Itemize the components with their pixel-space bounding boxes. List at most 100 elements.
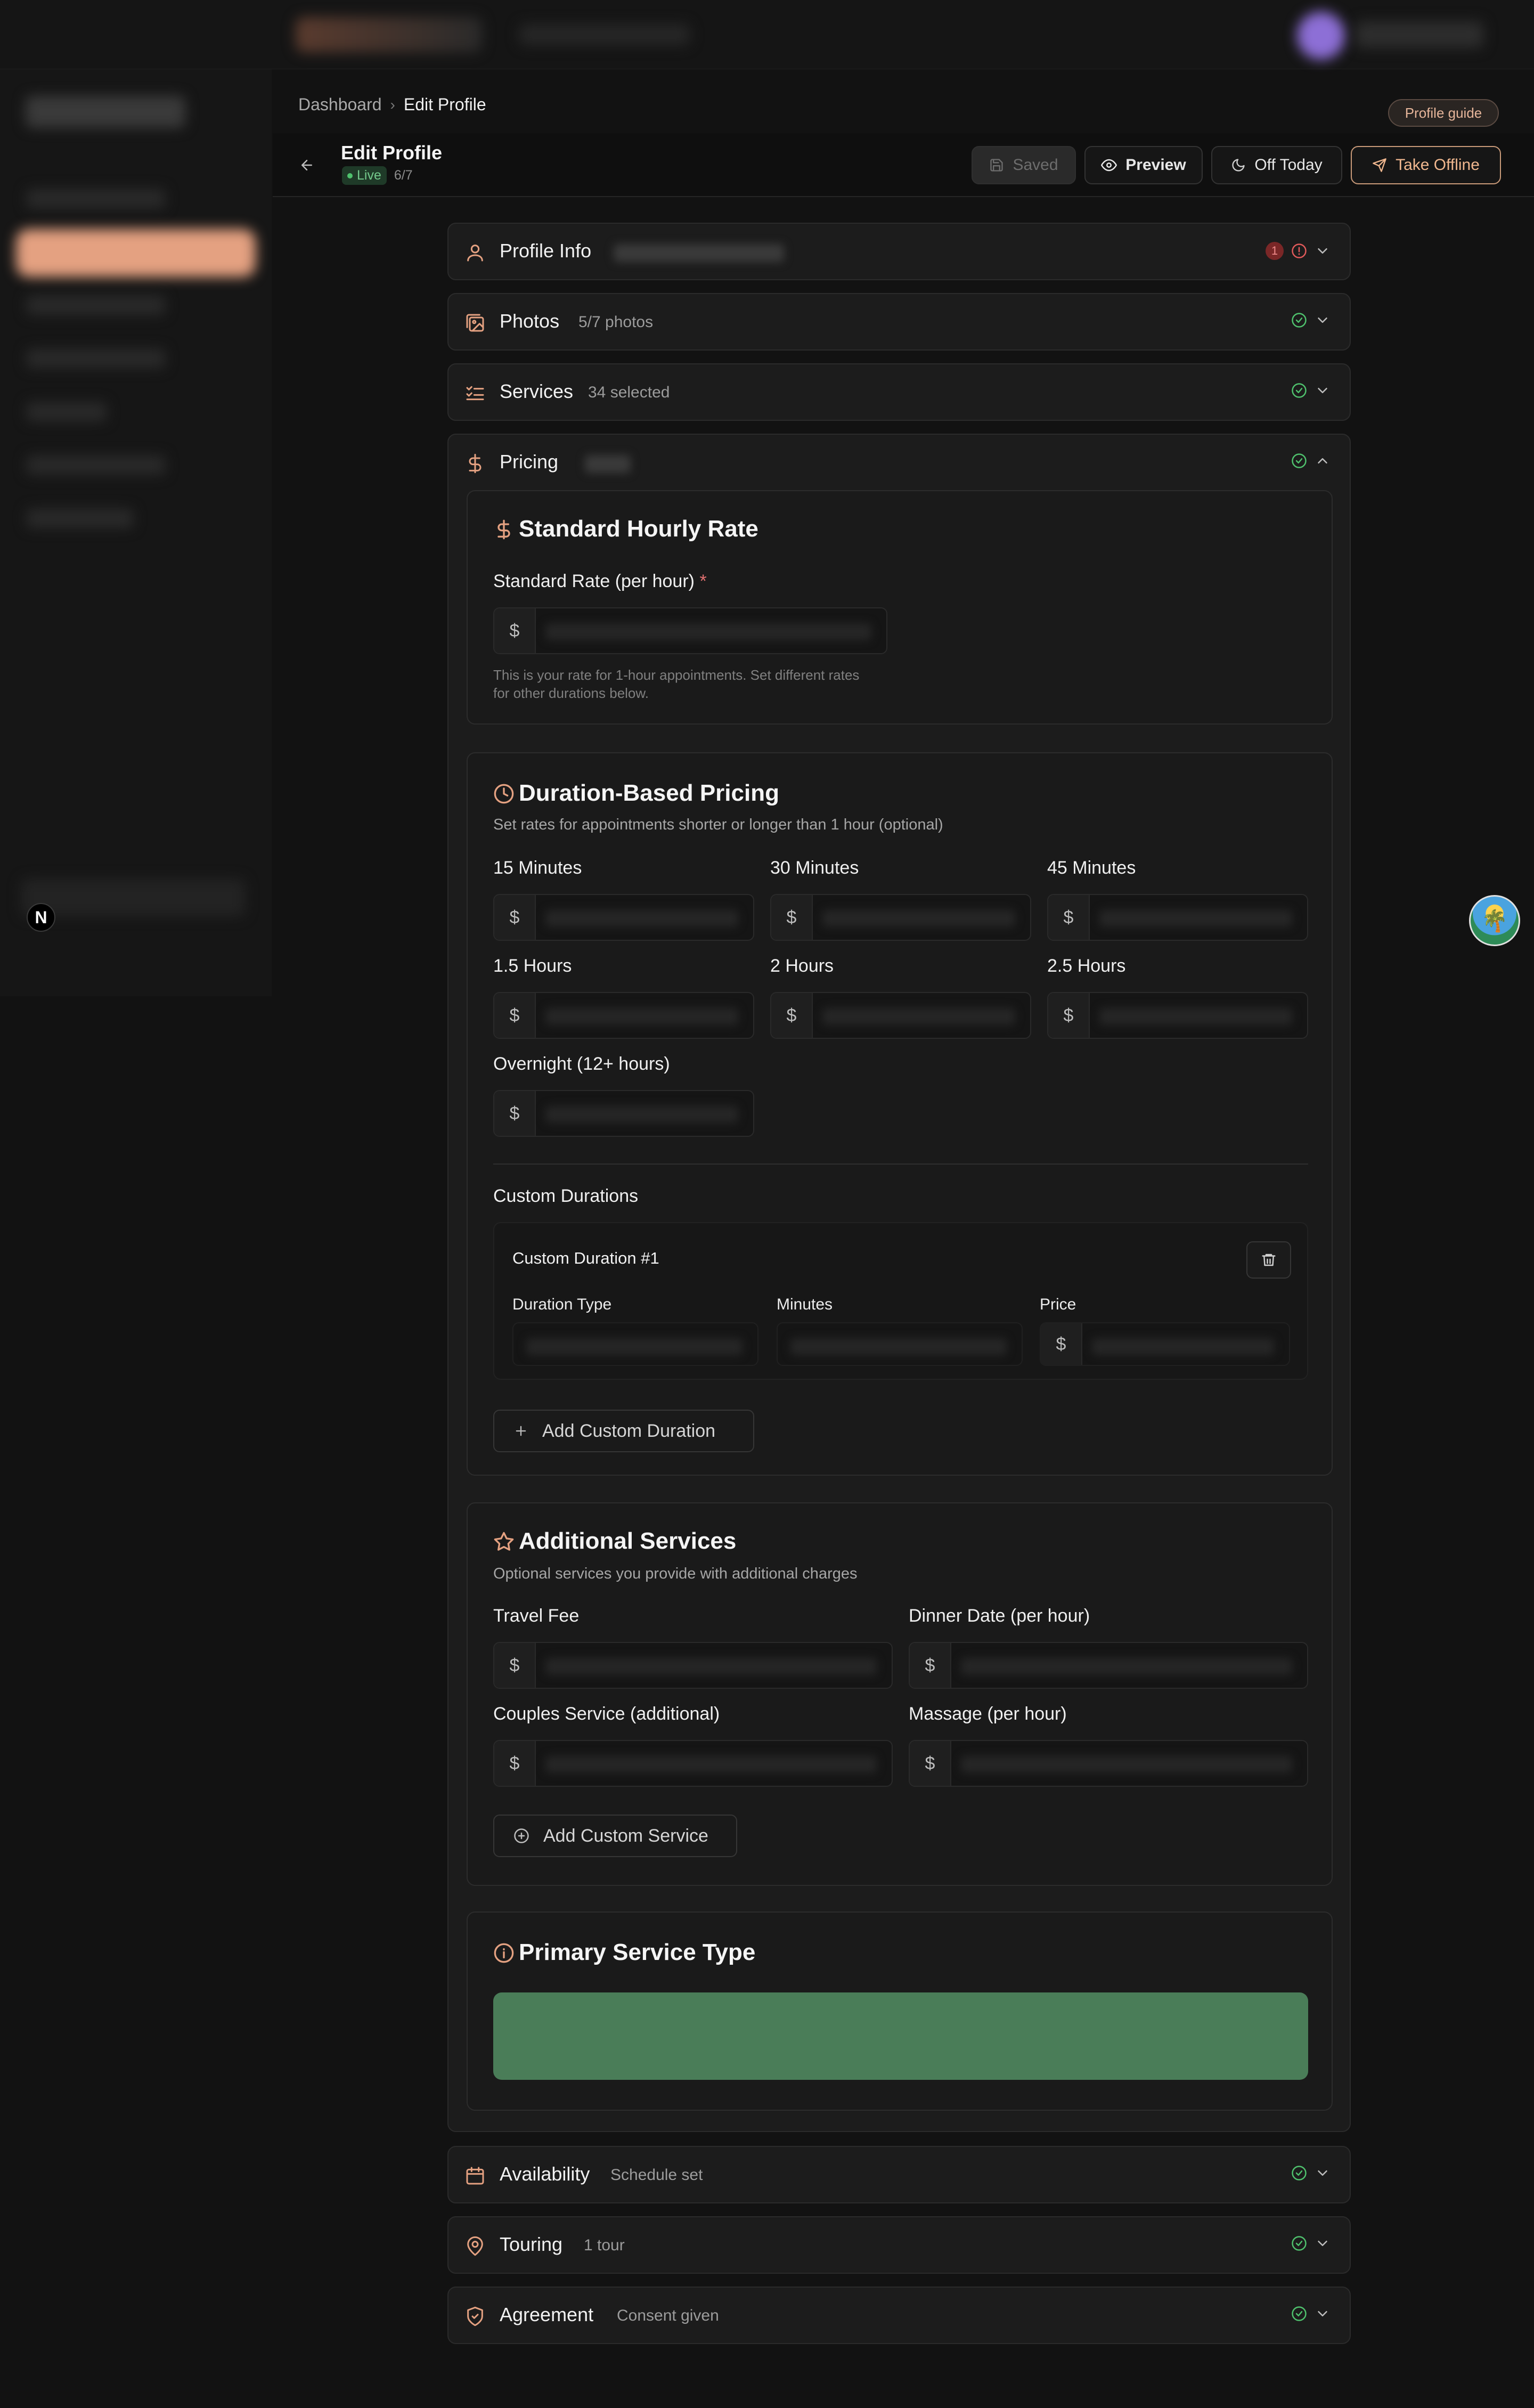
off-today-button[interactable]: Off Today [1211,146,1342,184]
chevron-down-icon[interactable] [1315,383,1331,398]
duration-input-15m[interactable]: $ [493,894,754,941]
sidebar-item[interactable] [27,455,165,475]
chevron-down-icon[interactable] [1315,312,1331,328]
alert-circle-icon [1292,243,1307,258]
standard-rate-input[interactable]: $ [493,607,887,654]
couples-service-input[interactable]: $ [493,1740,893,1787]
sidebar-item[interactable] [27,349,165,368]
section-agreement[interactable]: Agreement Consent given [447,2287,1351,2344]
duration-input-2h[interactable]: $ [770,992,1031,1039]
hint-line: for other durations below. [493,685,649,701]
sidebar-item[interactable] [27,296,165,315]
preview-button[interactable]: Preview [1084,146,1203,184]
send-icon [1373,158,1386,172]
check-circle-icon [1292,2236,1307,2251]
currency-prefix: $ [910,1741,951,1786]
preview-label: Preview [1125,156,1186,174]
chevron-up-icon[interactable] [1315,453,1331,469]
add-custom-service-label: Add Custom Service [543,1825,708,1846]
minutes-label: Minutes [777,1296,833,1313]
status-badge: Live [342,166,387,185]
minutes-input[interactable] [777,1322,1023,1366]
duration-input-2-5h[interactable]: $ [1047,992,1308,1039]
currency-prefix: $ [494,993,536,1038]
checklist-icon [466,386,484,401]
dinner-date-input[interactable]: $ [909,1642,1308,1689]
travel-fee-input[interactable]: $ [493,1642,893,1689]
take-offline-button[interactable]: Take Offline [1351,146,1501,184]
currency-prefix: $ [494,1741,536,1786]
app-logo[interactable] [296,17,482,52]
input-value-hidden [961,1756,1292,1773]
breadcrumb-separator: › [390,96,395,113]
add-custom-duration-button[interactable]: Add Custom Duration [493,1410,754,1452]
select-value-hidden [526,1338,742,1355]
sidebar-footer[interactable] [21,879,245,916]
section-touring[interactable]: Touring 1 tour [447,2216,1351,2274]
section-status [1291,383,1331,398]
breadcrumb-current: Edit Profile [403,95,486,114]
section-profile-info[interactable]: Profile Info 1 [447,223,1351,280]
back-button[interactable] [294,152,320,178]
section-pricing: Pricing Standard Hourly Rate Standard Ra… [447,434,1351,2132]
breadcrumb-dashboard[interactable]: Dashboard [298,95,382,115]
chevron-down-icon[interactable] [1315,2306,1331,2322]
standard-rate-label: Standard Rate (per hour) [493,571,695,591]
chevron-down-icon[interactable] [1315,2165,1331,2181]
input-value-hidden [790,1338,1007,1355]
input-value-hidden [545,623,871,640]
chevron-down-icon[interactable] [1315,243,1331,259]
input-value-hidden [545,1008,738,1025]
progress-count: 6/7 [394,168,413,183]
currency-prefix: $ [1041,1323,1082,1365]
trash-icon [1262,1254,1276,1266]
saved-button[interactable]: Saved [972,146,1076,184]
section-photos[interactable]: Photos 5/7 photos [447,293,1351,351]
sidebar-item[interactable] [27,189,165,208]
duration-pricing-card: Duration-Based Pricing Set rates for app… [467,752,1333,1476]
card-title: Primary Service Type [519,1939,756,1965]
section-status: 1 [1266,242,1331,260]
avatar[interactable] [1297,12,1345,60]
plus-icon [516,1426,526,1436]
assistant-avatar-button[interactable]: 🌴 [1469,895,1520,946]
chevron-down-icon[interactable] [1315,2235,1331,2251]
custom-duration-title: Custom Duration #1 [512,1249,659,1267]
add-custom-duration-label: Add Custom Duration [542,1420,716,1441]
duration-type-select[interactable] [512,1322,758,1366]
card-title: Standard Hourly Rate [519,516,758,542]
add-custom-service-button[interactable]: Add Custom Service [493,1815,737,1857]
next-badge[interactable]: N [27,903,55,932]
currency-prefix: $ [771,895,813,940]
section-title: Profile Info [500,240,592,262]
check-circle-icon [1292,2306,1307,2321]
duration-input-1-5h[interactable]: $ [493,992,754,1039]
sidebar-item-active[interactable] [16,229,256,277]
sidebar-item[interactable] [27,402,107,421]
input-value-hidden [1099,910,1292,927]
duration-input-45m[interactable]: $ [1047,894,1308,941]
section-status [1291,2165,1331,2181]
duration-label-2h: 2 Hours [770,956,834,976]
delete-custom-duration-button[interactable] [1246,1241,1291,1279]
input-value-hidden [822,910,1015,927]
duration-input-30m[interactable]: $ [770,894,1031,941]
section-title: Availability [500,2163,590,2185]
profile-guide-button[interactable]: Profile guide [1388,99,1499,127]
section-services[interactable]: Services 34 selected [447,363,1351,421]
sidebar-item[interactable] [27,509,133,528]
price-input[interactable]: $ [1040,1322,1290,1366]
section-availability[interactable]: Availability Schedule set [447,2146,1351,2203]
user-menu[interactable] [1356,21,1483,48]
check-circle-icon [1292,2166,1307,2181]
shield-check-icon [467,2306,483,2326]
duration-input-overnight[interactable]: $ [493,1090,754,1137]
primary-service-option[interactable] [493,1992,1308,2080]
palm-tree-icon: 🌴 [1481,909,1508,933]
page-title: Edit Profile [341,142,443,164]
take-offline-label: Take Offline [1396,156,1480,174]
dollar-icon [469,453,482,474]
duration-label-15m: 15 Minutes [493,858,582,878]
massage-input[interactable]: $ [909,1740,1308,1787]
top-nav[interactable] [519,24,690,45]
